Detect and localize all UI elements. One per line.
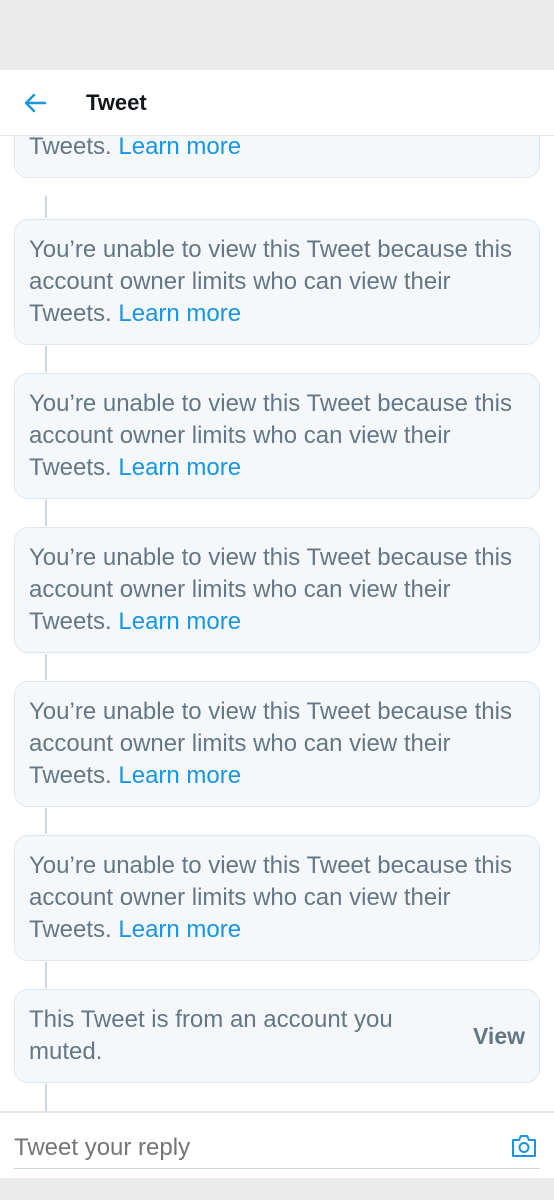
unavailable-tweet-card[interactable]: You’re unable to view this Tweet because… <box>14 219 540 345</box>
unavailable-tweet-message: You’re unable to view this Tweet because… <box>29 136 525 163</box>
view-muted-button[interactable]: View <box>473 1020 525 1052</box>
unavailable-tweet-message: You’re unable to view this Tweet because… <box>29 850 525 946</box>
unavailable-tweet-card[interactable]: You’re unable to view this Tweet because… <box>14 136 540 178</box>
unavailable-tweet-text: You’re unable to view this Tweet because… <box>29 236 512 327</box>
learn-more-link[interactable]: Learn more <box>118 916 241 943</box>
thread-list[interactable]: You’re unable to view this Tweet because… <box>0 136 554 1111</box>
arrow-left-icon <box>24 93 47 112</box>
unavailable-tweet-message: You’re unable to view this Tweet because… <box>29 542 525 638</box>
thread-connector <box>45 654 47 680</box>
muted-tweet-text: This Tweet is from an account you muted. <box>29 1006 393 1065</box>
back-button[interactable] <box>0 70 70 136</box>
learn-more-link[interactable]: Learn more <box>118 454 241 481</box>
thread-connector <box>45 1084 47 1111</box>
page-title: Tweet <box>86 89 147 115</box>
learn-more-link[interactable]: Learn more <box>118 136 241 160</box>
thread-connector <box>45 196 47 218</box>
unavailable-tweet-text: You’re unable to view this Tweet because… <box>29 390 512 481</box>
unavailable-tweet-message: You’re unable to view this Tweet because… <box>29 234 525 330</box>
learn-more-link[interactable]: Learn more <box>118 608 241 635</box>
status-bar <box>0 0 554 70</box>
thread-connector <box>45 346 47 372</box>
unavailable-tweet-card[interactable]: You’re unable to view this Tweet because… <box>14 681 540 807</box>
unavailable-tweet-card[interactable]: You’re unable to view this Tweet because… <box>14 835 540 961</box>
unavailable-tweet-message: You’re unable to view this Tweet because… <box>29 388 525 484</box>
learn-more-link[interactable]: Learn more <box>118 300 241 327</box>
learn-more-link[interactable]: Learn more <box>118 762 241 789</box>
unavailable-tweet-text: You’re unable to view this Tweet because… <box>29 698 512 789</box>
reply-input[interactable] <box>14 1127 540 1169</box>
camera-button[interactable] <box>510 1133 540 1161</box>
unavailable-tweet-text: You’re unable to view this Tweet because… <box>29 852 512 943</box>
thread-connector <box>45 962 47 988</box>
thread-connector <box>45 808 47 834</box>
app-header: Tweet <box>0 70 554 136</box>
camera-icon <box>512 1135 536 1157</box>
unavailable-tweet-text: You’re unable to view this Tweet because… <box>29 136 112 160</box>
unavailable-tweet-card[interactable]: You’re unable to view this Tweet because… <box>14 373 540 499</box>
reply-bar <box>0 1111 554 1181</box>
unavailable-tweet-card[interactable]: You’re unable to view this Tweet because… <box>14 527 540 653</box>
thread-connector <box>45 500 47 526</box>
system-nav-bar <box>0 1178 554 1200</box>
unavailable-tweet-message: You’re unable to view this Tweet because… <box>29 696 525 792</box>
muted-tweet-card[interactable]: This Tweet is from an account you muted.… <box>14 989 540 1083</box>
unavailable-tweet-text: You’re unable to view this Tweet because… <box>29 544 512 635</box>
